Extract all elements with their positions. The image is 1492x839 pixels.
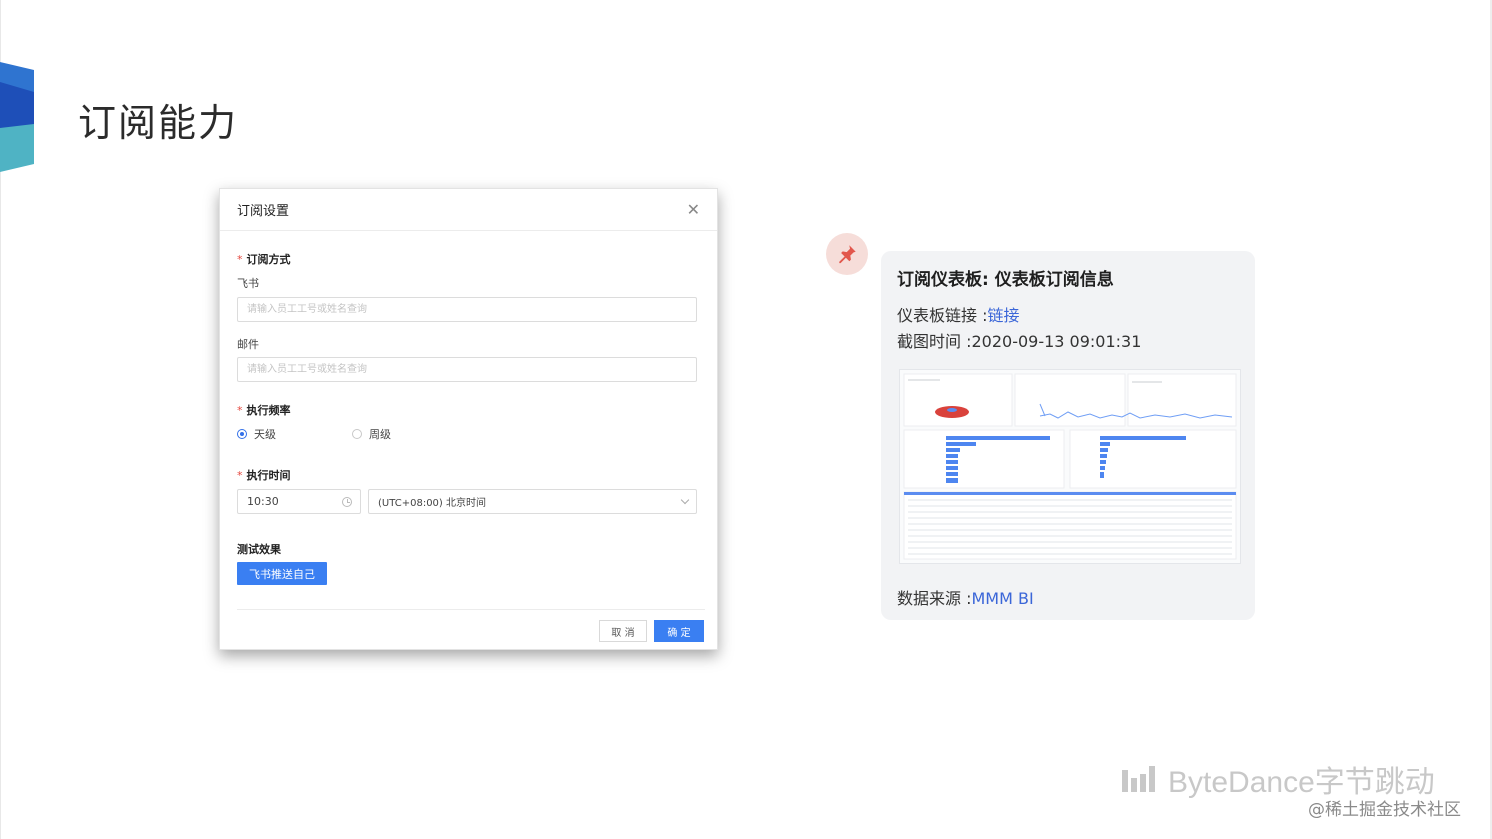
juejin-credit: @稀土掘金技术社区 [1308, 800, 1461, 820]
chevron-down-icon [680, 495, 690, 505]
dialog-header: 订阅设置 ✕ [220, 189, 717, 231]
capture-time: 截图时间 :2020-09-13 09:01:31 [897, 332, 1142, 351]
slide-title: 订阅能力 [78, 101, 239, 145]
exec-time-text: 执行时间 [246, 469, 291, 482]
timezone-value: (UTC+08:00) 北京时间 [378, 498, 487, 509]
cancel-button[interactable]: 取 消 [599, 620, 647, 642]
email-recipient-input[interactable] [237, 357, 697, 382]
slide: 订阅能力 订阅设置 ✕ *订阅方式 飞书 邮件 *执行频率 天级 周级 *执行时… [0, 0, 1492, 839]
time-value: 10:30 [247, 495, 279, 508]
message-title: 订阅仪表板: 仪表板订阅信息 [897, 270, 1114, 290]
subscription-dialog: 订阅设置 ✕ *订阅方式 飞书 邮件 *执行频率 天级 周级 *执行时间 10:… [219, 188, 718, 650]
frequency-text: 执行频率 [246, 404, 291, 417]
subscription-message-card: 订阅仪表板: 仪表板订阅信息 仪表板链接 :链接 截图时间 :2020-09-1… [881, 251, 1255, 620]
frequency-daily-label: 天级 [254, 428, 276, 441]
radio-checked-icon [237, 429, 247, 439]
dashboard-screenshot-thumbnail[interactable] [899, 369, 1241, 564]
data-source-link[interactable]: MMM BI [971, 589, 1033, 608]
clock-icon [342, 496, 352, 507]
subscribe-method-label: * 订阅方式 [237, 251, 291, 267]
timezone-select[interactable]: (UTC+08:00) 北京时间 [368, 489, 697, 514]
radio-unchecked-icon [352, 429, 362, 439]
email-label: 邮件 [237, 338, 259, 351]
bytedance-bars-icon [1122, 766, 1155, 792]
pushpin-icon [839, 245, 856, 264]
ribbon-decoration-icon [0, 62, 34, 172]
exec-time-label: * 执行时间 [237, 467, 291, 483]
required-mark: * [237, 404, 243, 417]
frequency-daily-radio[interactable]: 天级 [237, 426, 276, 442]
required-mark: * [237, 469, 243, 482]
feishu-push-self-button[interactable]: 飞书推送自己 [237, 562, 327, 585]
confirm-button[interactable]: 确 定 [654, 620, 704, 642]
dashboard-link-line: 仪表板链接 :链接 [897, 302, 1020, 326]
data-source-line: 数据来源 :MMM BI [897, 585, 1034, 609]
dashboard-link-prefix: 仪表板链接 : [897, 306, 988, 325]
frequency-weekly-radio[interactable]: 周级 [352, 426, 391, 442]
dashboard-link[interactable]: 链接 [987, 306, 1019, 325]
feishu-recipient-input[interactable] [237, 297, 697, 322]
dialog-title: 订阅设置 [237, 204, 290, 219]
data-source-prefix: 数据来源 : [897, 589, 972, 608]
required-mark: * [237, 253, 243, 266]
test-label: 测试效果 [237, 543, 281, 556]
subscribe-method-text: 订阅方式 [246, 253, 291, 266]
pin-badge [826, 233, 868, 275]
close-icon[interactable]: ✕ [687, 201, 700, 218]
footer-divider [237, 609, 705, 610]
time-picker[interactable]: 10:30 [237, 489, 361, 514]
feishu-label: 飞书 [237, 277, 259, 290]
frequency-weekly-label: 周级 [369, 428, 391, 441]
frequency-label: * 执行频率 [237, 402, 291, 418]
